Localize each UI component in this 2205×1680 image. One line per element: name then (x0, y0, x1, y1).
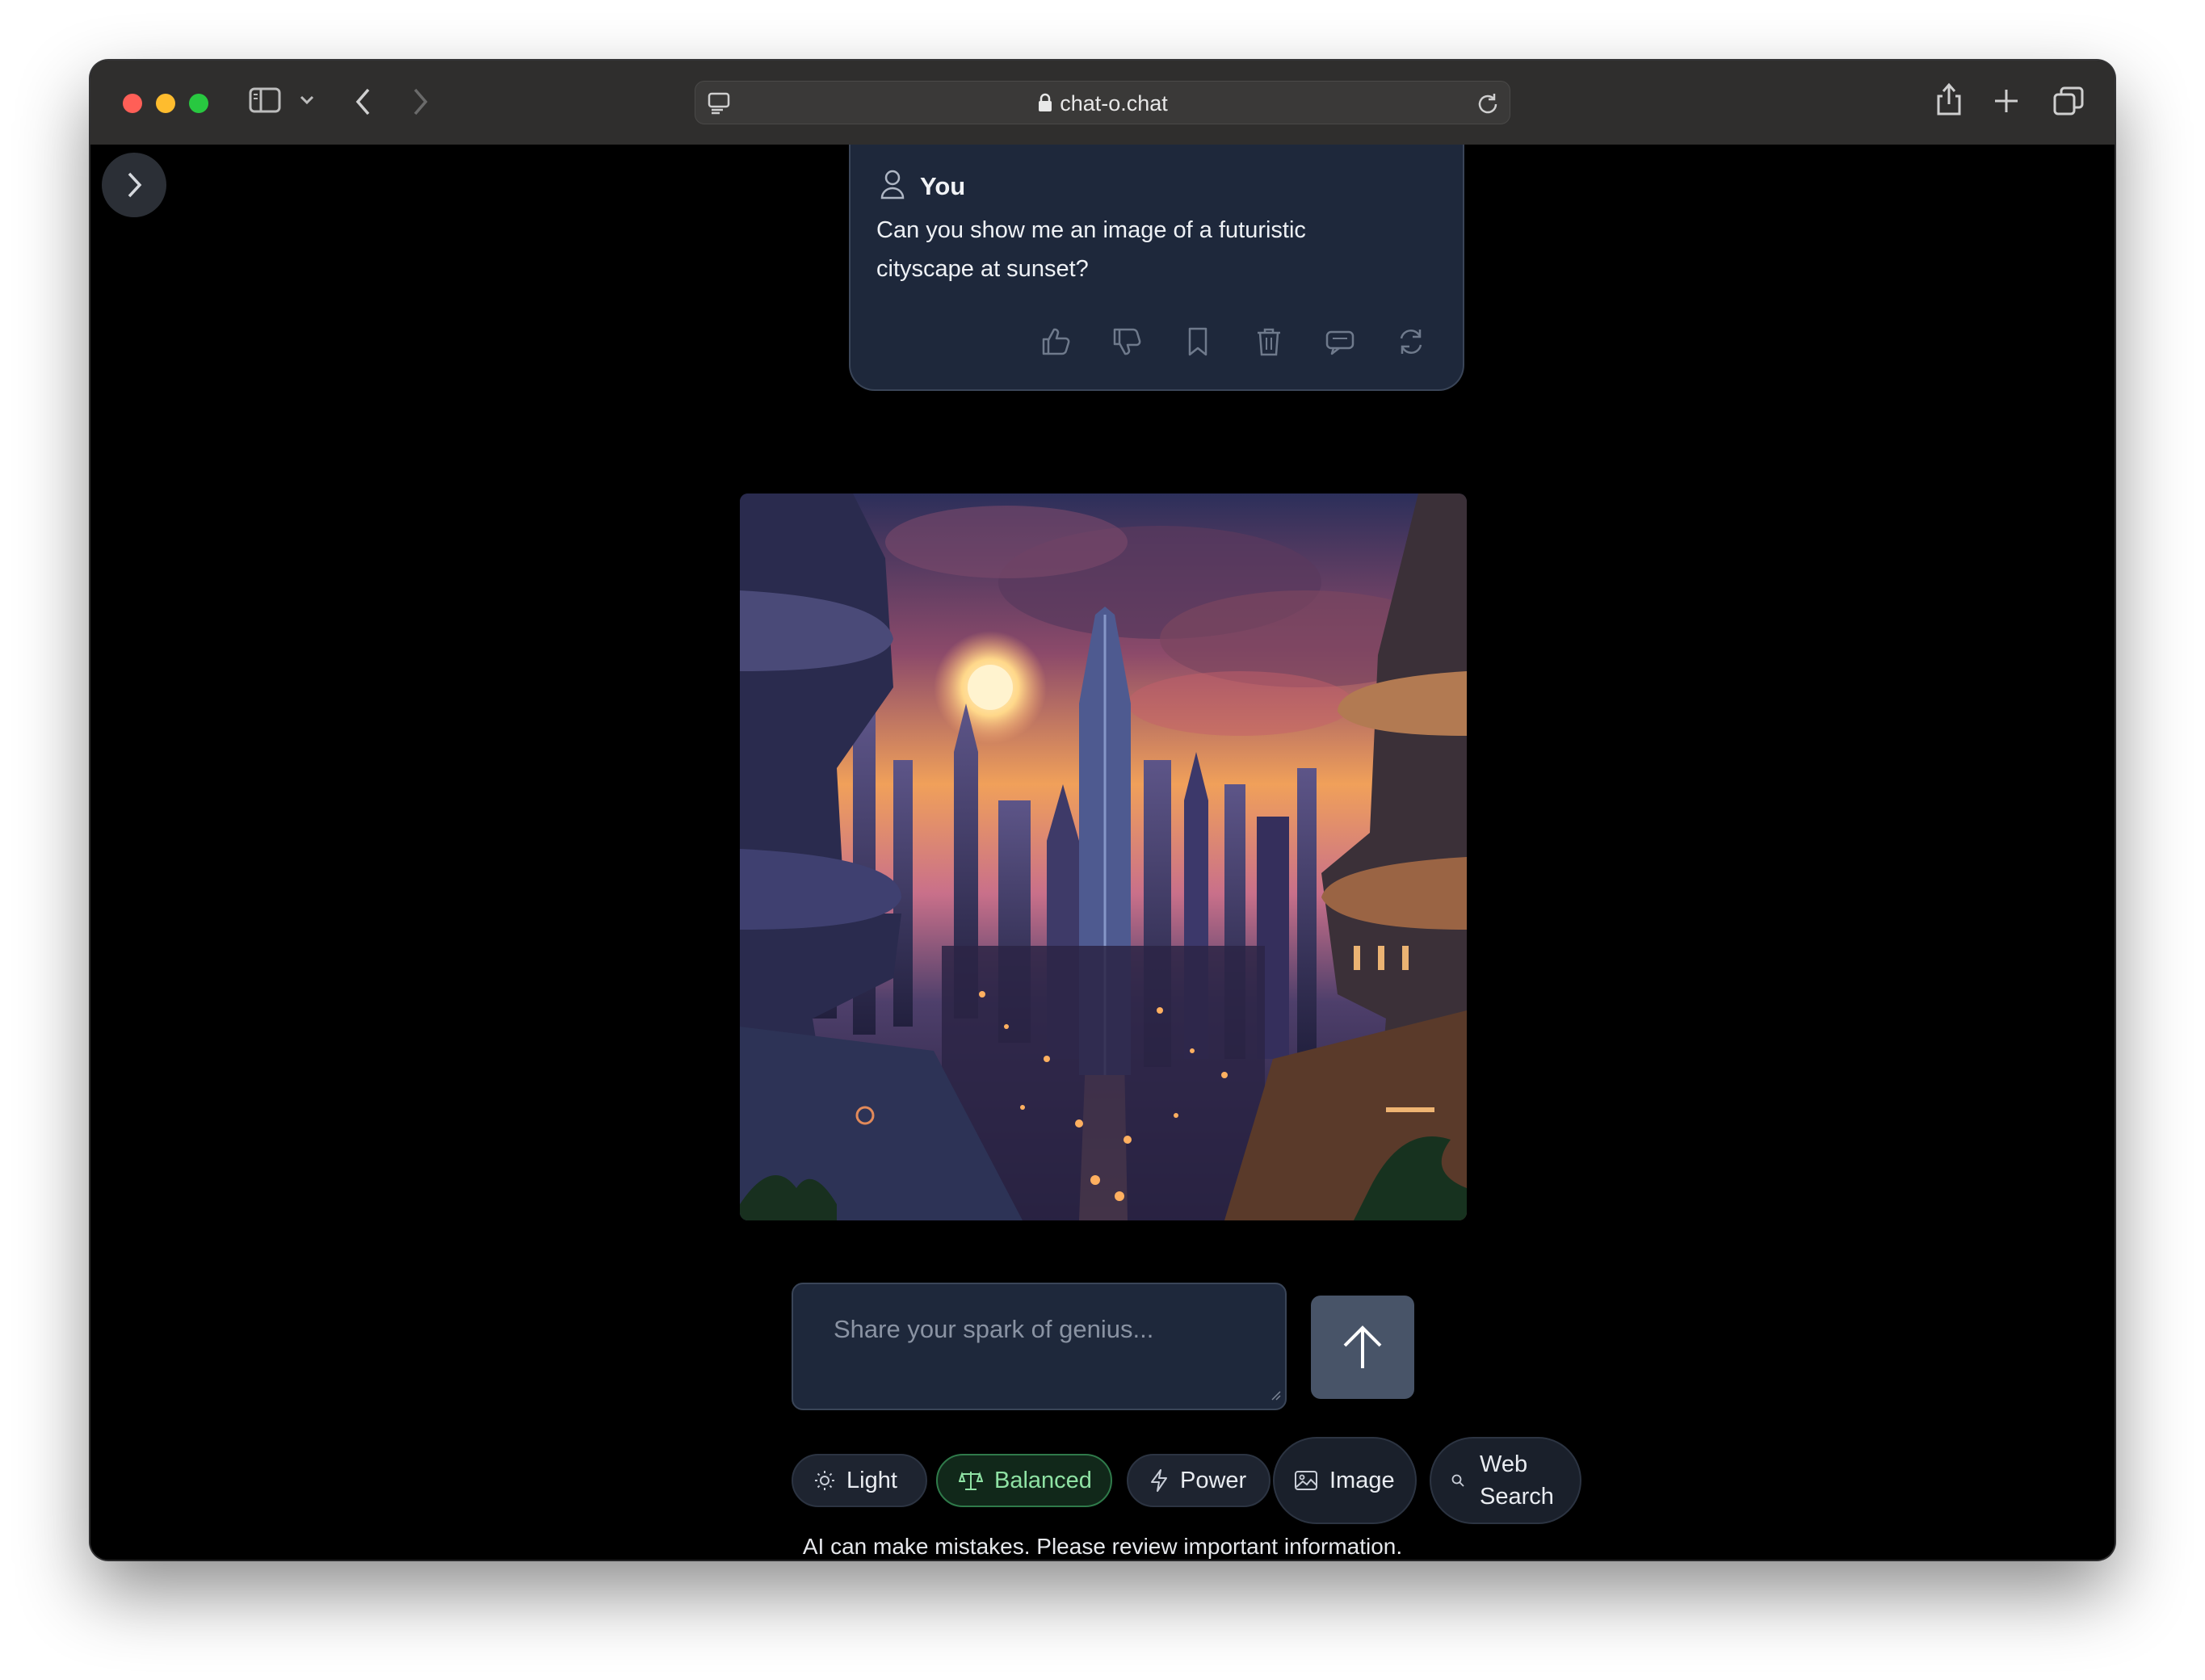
resize-grip-icon[interactable] (1269, 1388, 1282, 1405)
minimize-window-button[interactable] (156, 94, 175, 113)
chat-page: You Can you show me an image of a futuri… (90, 145, 2115, 1560)
lock-icon (1037, 83, 1053, 127)
search-icon (1451, 1473, 1465, 1488)
mode-power-label: Power (1180, 1467, 1247, 1493)
zoom-window-button[interactable] (189, 94, 208, 113)
mode-web-search-label-line1: Web (1480, 1451, 1528, 1477)
sun-icon (814, 1470, 835, 1491)
back-icon[interactable] (354, 86, 373, 121)
reload-icon[interactable] (1476, 91, 1500, 120)
scale-icon (959, 1469, 983, 1492)
send-button[interactable] (1311, 1296, 1414, 1399)
regenerate-icon[interactable] (1393, 324, 1429, 359)
tab-overview-icon[interactable] (2053, 86, 2084, 120)
browser-toolbar: chat-o.chat (90, 61, 2115, 145)
chevron-right-icon (128, 172, 142, 198)
thumbs-down-icon[interactable] (1109, 324, 1144, 359)
url-text: chat-o.chat (1060, 91, 1168, 116)
bookmark-icon[interactable] (1180, 324, 1216, 359)
share-icon[interactable] (1935, 82, 1963, 121)
arrow-up-icon (1343, 1325, 1382, 1368)
image-icon (1294, 1470, 1318, 1491)
disclaimer-text: AI can make mistakes. Please review impo… (802, 1534, 1403, 1559)
prompt-input-box[interactable] (792, 1283, 1287, 1410)
browser-window: chat-o.chat You Can you show me an image… (90, 61, 2115, 1560)
mode-image-label: Image (1329, 1467, 1395, 1493)
mode-light-button[interactable]: Light (792, 1454, 927, 1507)
forward-icon[interactable] (410, 86, 430, 121)
comment-icon[interactable] (1322, 324, 1358, 359)
message-text: Can you show me an image of a futuristic… (876, 217, 1306, 282)
message-author: You (920, 171, 966, 200)
mode-power-button[interactable]: Power (1127, 1454, 1270, 1507)
mode-light-label: Light (846, 1467, 897, 1493)
mode-web-search-label-line2: Search (1480, 1484, 1554, 1510)
generated-image[interactable] (740, 494, 1467, 1220)
close-window-button[interactable] (123, 94, 142, 113)
message-actions (850, 324, 1463, 359)
user-icon (880, 169, 905, 204)
thumbs-up-icon[interactable] (1038, 324, 1073, 359)
mode-balanced-label: Balanced (994, 1467, 1092, 1493)
user-message-card: You Can you show me an image of a futuri… (849, 145, 1464, 391)
chevron-down-icon[interactable] (299, 94, 315, 110)
trash-icon[interactable] (1251, 324, 1287, 359)
mode-web-search-button[interactable]: Web Search (1430, 1437, 1581, 1524)
new-tab-icon[interactable] (1993, 88, 2019, 118)
mode-balanced-button[interactable]: Balanced (936, 1454, 1112, 1507)
prompt-input[interactable] (793, 1284, 1285, 1409)
sidebar-toggle-icon[interactable] (249, 86, 281, 118)
address-bar[interactable]: chat-o.chat (695, 81, 1510, 124)
open-sidebar-button[interactable] (102, 153, 166, 217)
mode-image-button[interactable]: Image (1273, 1437, 1417, 1524)
bolt-icon (1149, 1468, 1169, 1493)
